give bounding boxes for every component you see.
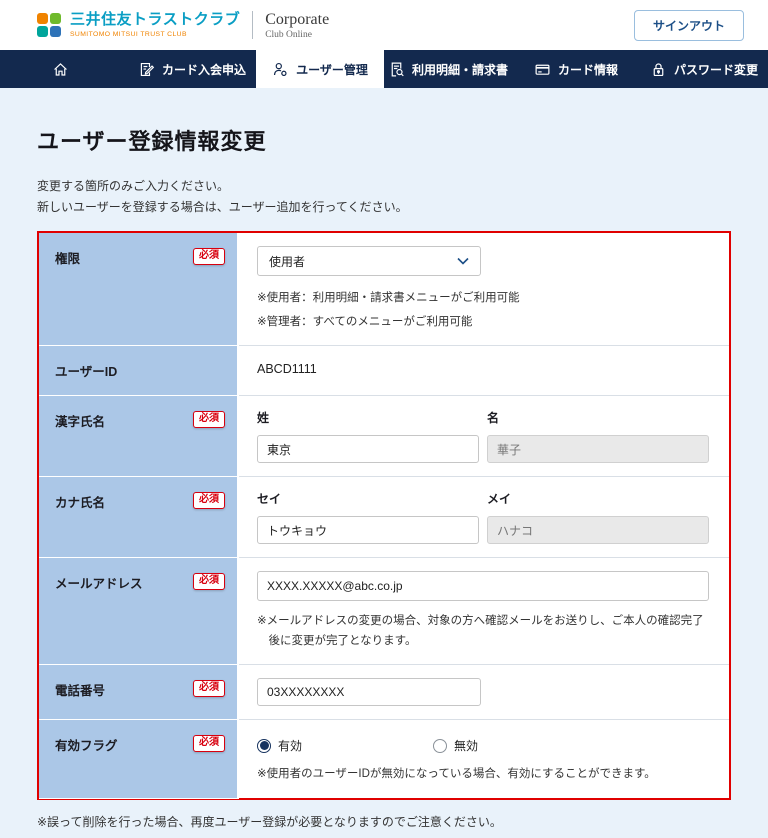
permission-label: 権限 [55, 252, 81, 266]
nav-item-label: パスワード変更 [673, 62, 758, 77]
required-badge: 必須 [193, 680, 225, 698]
email-input[interactable] [257, 571, 709, 602]
email-note: ※メールアドレスの変更の場合、対象の方へ確認メールをお送りし、ご本人の確認完了後… [257, 615, 704, 647]
user-id-label-cell: ユーザーID [39, 346, 239, 397]
statement-icon [391, 62, 404, 76]
form-row-user-id: ユーザーID ABCD1111 [39, 346, 729, 397]
form-row-kanji-name: 漢字氏名 必須 姓 名 [39, 396, 729, 478]
last-kana-label: セイ [257, 492, 282, 507]
radio-option-valid[interactable]: 有効 [257, 737, 433, 754]
nav-item-home[interactable] [0, 50, 128, 88]
form-row-phone: 電話番号 必須 [39, 665, 729, 721]
lock-icon [653, 62, 664, 76]
radio-button-unchecked-icon [433, 738, 447, 753]
required-badge: 必須 [193, 248, 225, 265]
nav-item-card-application[interactable]: カード入会申込 [128, 50, 256, 88]
page-description: 変更する箇所のみご入力ください。 新しいユーザーを登録する場合は、ユーザー追加を… [37, 176, 731, 218]
brand-logo: 三井住友トラストクラブ SUMITOMO MITSUI TRUST CLUB C… [36, 11, 329, 40]
permission-selected-value: 使用者 [269, 254, 306, 269]
last-name-input[interactable] [257, 435, 479, 464]
screen: 三井住友トラストクラブ SUMITOMO MITSUI TRUST CLUB C… [0, 0, 768, 838]
form-row-permission: 権限 必須 使用者 ※使用者：利用明細・請求書メニューがご利用可能 ※管理者：す… [39, 233, 729, 347]
user-id-content: ABCD1111 [239, 346, 729, 396]
active-flag-content: 有効 無効 ※使用者のユーザーIDが無効になっている場合、有効にすることができま… [239, 720, 729, 798]
active-flag-note: ※使用者のユーザーIDが無効になっている場合、有効にすることができます。 [257, 768, 656, 781]
radio-button-checked-icon [257, 738, 271, 753]
phone-label-cell: 電話番号 必須 [39, 665, 239, 721]
description-line-1: 変更する箇所のみご入力ください。 [37, 179, 230, 193]
main-nav: カード入会申込 ユーザー管理 利用明細・請求書 カード情報 パスワード変更 [0, 50, 768, 88]
kanji-name-content: 姓 名 [239, 396, 729, 477]
form-row-kana-name: カナ氏名 必須 セイ メイ [39, 477, 729, 559]
email-content: ※メールアドレスの変更の場合、対象の方へ確認メールをお送りし、ご本人の確認完了後… [239, 558, 729, 665]
kana-name-content: セイ メイ [239, 477, 729, 558]
signout-button[interactable]: サインアウト [633, 9, 744, 41]
user-id-value: ABCD1111 [257, 362, 317, 377]
logo-divider [252, 11, 254, 39]
kanji-name-label: 漢字氏名 [55, 415, 106, 430]
chevron-down-icon [457, 257, 469, 265]
brand-pinwheel-icon [37, 13, 61, 37]
brand-name-jp: 三井住友トラストクラブ [70, 11, 241, 29]
permission-note-2: ※管理者：すべてのメニューがご利用可能 [257, 315, 473, 328]
nav-item-label: カード入会申込 [161, 62, 246, 77]
product-logo: Corporate Club Online [265, 11, 329, 40]
nav-item-label: カード情報 [557, 62, 618, 77]
last-name-label: 姓 [257, 411, 270, 426]
main-content: ユーザー登録情報変更 変更する箇所のみご入力ください。 新しいユーザーを登録する… [0, 124, 768, 838]
brand-text: 三井住友トラストクラブ SUMITOMO MITSUI TRUST CLUB [70, 12, 240, 38]
nav-item-statements[interactable]: 利用明細・請求書 [384, 50, 512, 88]
brand-name-en: SUMITOMO MITSUI TRUST CLUB [70, 30, 187, 38]
first-name-input [487, 435, 709, 464]
active-flag-label-cell: 有効フラグ 必須 [39, 720, 239, 799]
kanji-name-label-cell: 漢字氏名 必須 [39, 396, 239, 478]
phone-input[interactable] [257, 678, 481, 707]
first-name-label: 名 [487, 411, 500, 426]
description-line-2: 新しいユーザーを登録する場合は、ユーザー追加を行ってください。 [37, 200, 408, 214]
card-info-icon [535, 64, 550, 75]
nav-item-label: 利用明細・請求書 [411, 62, 508, 77]
nav-item-label: ユーザー管理 [296, 62, 368, 77]
required-badge: 必須 [193, 735, 225, 753]
site-header: 三井住友トラストクラブ SUMITOMO MITSUI TRUST CLUB C… [0, 0, 768, 50]
form-row-email: メールアドレス 必須 ※メールアドレスの変更の場合、対象の方へ確認メールをお送り… [39, 558, 729, 666]
required-badge: 必須 [193, 573, 225, 591]
form-row-active-flag: 有効フラグ 必須 有効 無効 ※使用者のユーザーIDが無効になっている場合、有効… [39, 720, 729, 799]
kana-name-label: カナ氏名 [55, 496, 106, 511]
delete-caution-text: ※誤って削除を行った場合、再度ユーザー登録が必要となりますのでご注意ください。 [37, 814, 502, 829]
radio-invalid-label: 無効 [454, 739, 479, 754]
nav-item-card-info[interactable]: カード情報 [512, 50, 640, 88]
user-id-label: ユーザーID [55, 365, 118, 380]
phone-content [239, 665, 729, 720]
phone-label: 電話番号 [55, 684, 106, 699]
product-name: Corporate [265, 10, 330, 28]
first-kana-input [487, 516, 709, 545]
first-kana-label: メイ [487, 492, 512, 507]
page-title: ユーザー登録情報変更 [37, 129, 267, 154]
radio-option-invalid[interactable]: 無効 [433, 737, 609, 754]
user-edit-form: 権限 必須 使用者 ※使用者：利用明細・請求書メニューがご利用可能 ※管理者：す… [37, 231, 731, 800]
required-badge: 必須 [193, 411, 225, 429]
permission-content: 使用者 ※使用者：利用明細・請求書メニューがご利用可能 ※管理者：すべてのメニュ… [239, 233, 729, 346]
active-flag-label: 有効フラグ [55, 739, 118, 754]
last-kana-input[interactable] [257, 516, 479, 545]
permission-select[interactable]: 使用者 [257, 246, 481, 276]
user-settings-icon [274, 62, 287, 76]
nav-item-user-management[interactable]: ユーザー管理 [256, 50, 384, 88]
permission-label-cell: 権限 必須 [39, 233, 239, 347]
product-subtitle: Club Online [265, 29, 312, 40]
email-label-cell: メールアドレス 必須 [39, 558, 239, 666]
home-icon [54, 62, 67, 76]
card-application-icon [140, 62, 155, 76]
required-badge: 必須 [193, 492, 225, 510]
kana-name-label-cell: カナ氏名 必須 [39, 477, 239, 559]
nav-item-password-change[interactable]: パスワード変更 [640, 50, 768, 88]
email-label: メールアドレス [55, 577, 143, 592]
permission-note-1: ※使用者：利用明細・請求書メニューがご利用可能 [257, 292, 520, 304]
radio-valid-label: 有効 [278, 739, 303, 754]
